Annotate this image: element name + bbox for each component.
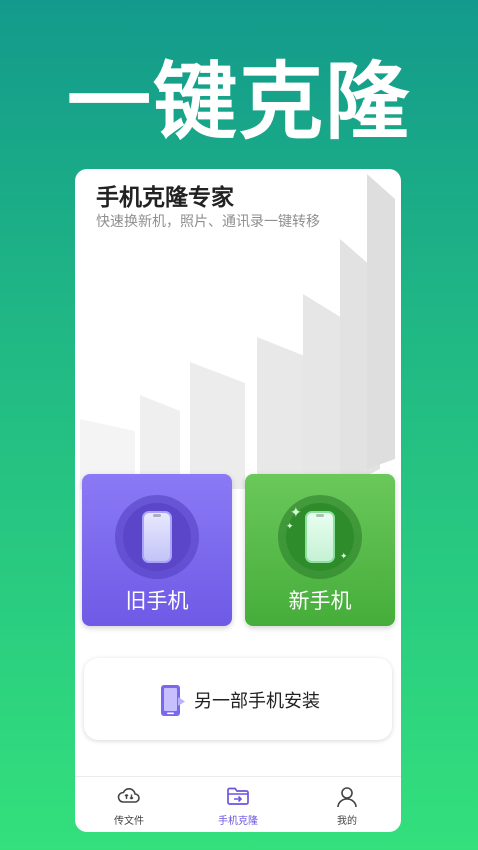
tab-transfer-files[interactable]: 传文件 [75, 777, 183, 832]
card-title: 手机克隆专家 [96, 185, 234, 211]
sparkle-icon: ✦ [286, 522, 294, 532]
folder-transfer-icon [227, 787, 249, 805]
tab-phone-clone[interactable]: 手机克隆 [184, 777, 292, 832]
user-icon [337, 787, 357, 808]
clone-card: 手机克隆专家 快速换新机，照片、通讯录一键转移 旧手机 ✦ ✦ ✦ 新手机 另一… [75, 169, 401, 832]
install-label: 另一部手机安装 [194, 691, 320, 712]
tab-label: 我的 [337, 816, 357, 827]
old-phone-ring [115, 495, 199, 579]
tab-label: 传文件 [114, 816, 144, 827]
phone-share-icon [161, 685, 185, 716]
old-phone-label: 旧手机 [125, 589, 189, 613]
sparkle-icon: ✦ [340, 552, 348, 562]
phone-icon [142, 511, 172, 563]
new-phone-button[interactable]: ✦ ✦ ✦ 新手机 [245, 474, 395, 626]
old-phone-button[interactable]: 旧手机 [82, 474, 232, 626]
phone-icon [305, 511, 335, 563]
sparkle-icon: ✦ [290, 505, 302, 521]
bottom-tab-bar: 传文件 手机克隆 我的 [75, 776, 401, 832]
new-phone-label: 新手机 [288, 589, 352, 613]
new-phone-ring: ✦ ✦ ✦ [278, 495, 362, 579]
card-subtitle: 快速换新机，照片、通讯录一键转移 [96, 214, 320, 230]
hero-title: 一键克隆 [66, 53, 411, 151]
install-on-another-phone-button[interactable]: 另一部手机安装 [84, 658, 392, 740]
tab-label: 手机克隆 [218, 816, 258, 827]
cloud-transfer-icon [117, 788, 140, 803]
tab-mine[interactable]: 我的 [293, 777, 401, 832]
